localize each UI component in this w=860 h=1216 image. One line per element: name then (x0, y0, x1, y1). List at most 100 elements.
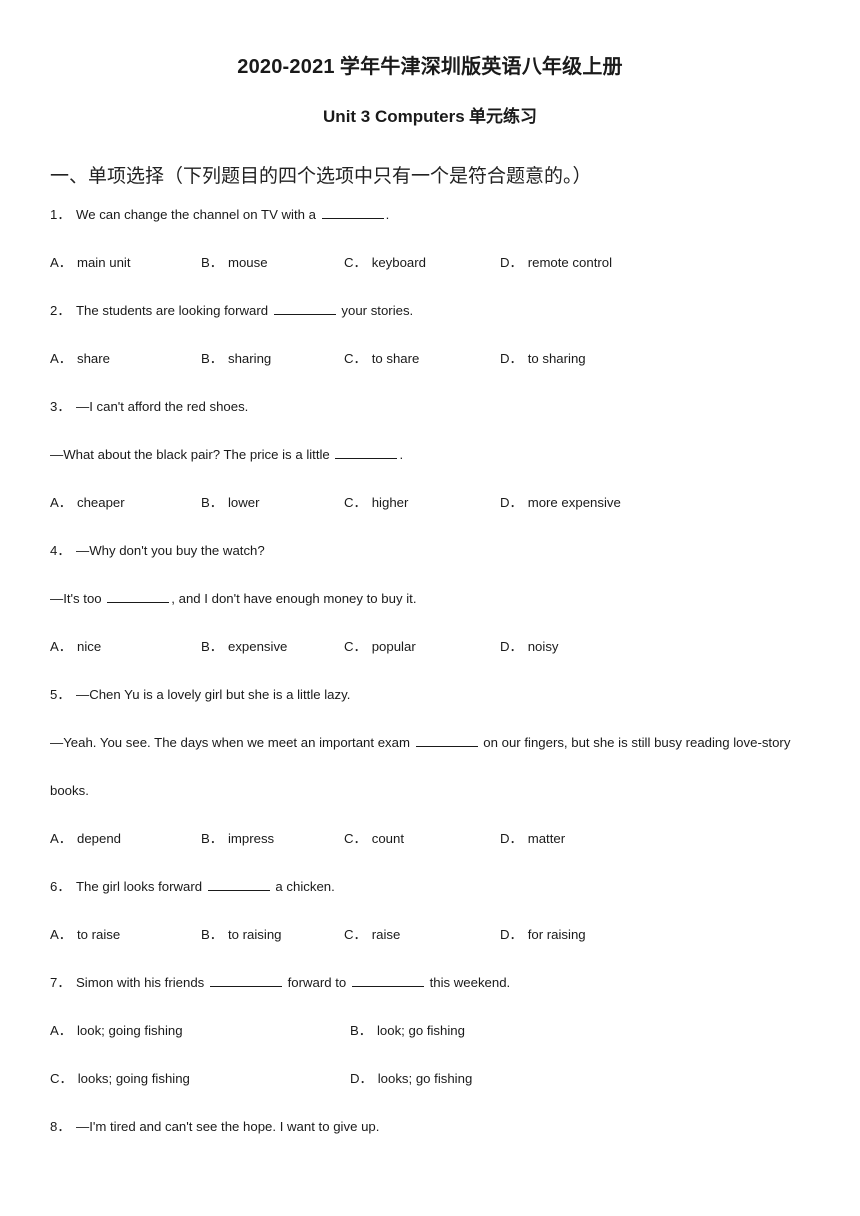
question-number-3: 3． (50, 398, 71, 414)
option-2-d[interactable]: D． to sharing (500, 335, 586, 383)
option-5-a[interactable]: A． depend (50, 815, 121, 863)
option-key: B． (201, 254, 223, 270)
page-subtitle-cn: 单元练习 (468, 107, 537, 126)
option-label: to raising (227, 926, 282, 942)
page-title-year: 2020-2021 (237, 56, 335, 78)
question-stem-4-reply-part1: —It's too (50, 590, 106, 606)
option-key: C． (50, 1070, 73, 1086)
option-label: higher (371, 494, 409, 510)
option-key: A． (50, 638, 72, 654)
option-6-c[interactable]: C． raise (344, 911, 400, 959)
option-2-a[interactable]: A． share (50, 335, 110, 383)
answer-blank[interactable] (415, 735, 478, 747)
option-key: D． (500, 926, 523, 942)
question-stem-2-part2: your stories. (337, 302, 414, 318)
question-number-1: 1． (50, 206, 71, 222)
option-6-b[interactable]: B． to raising (201, 911, 282, 959)
option-4-d[interactable]: D． noisy (500, 623, 559, 671)
option-label: looks; go fishing (377, 1070, 473, 1086)
option-key: D． (500, 350, 523, 366)
options-row-3: A． cheaper B． lower C． higher D． more expens… (50, 479, 810, 527)
question-stem-8-line1: 8． —I'm tired and can't see the hope. I w… (50, 1103, 810, 1151)
question-number-4: 4． (50, 542, 71, 558)
option-3-c[interactable]: C． higher (344, 479, 408, 527)
option-label: noisy (527, 638, 559, 654)
option-label: looks; going fishing (77, 1070, 190, 1086)
option-6-a[interactable]: A． to raise (50, 911, 120, 959)
option-1-a[interactable]: A． main unit (50, 239, 131, 287)
option-1-c[interactable]: C． keyboard (344, 239, 426, 287)
option-label: mouse (227, 254, 268, 270)
option-3-a[interactable]: A． cheaper (50, 479, 125, 527)
question-block-6: 6． The girl looks forward a chicken. A． to… (50, 863, 810, 959)
option-2-c[interactable]: C． to share (344, 335, 419, 383)
question-stem-6-part1: The girl looks forward (76, 878, 206, 894)
question-number-8: 8． (50, 1118, 71, 1134)
option-label: expensive (227, 638, 288, 654)
option-7-a[interactable]: A． look; going fishing (50, 1007, 183, 1055)
question-block-5: 5． —Chen Yu is a lovely girl but she is a… (50, 671, 810, 863)
answer-blank[interactable] (207, 879, 270, 891)
option-key: A． (50, 926, 72, 942)
option-6-d[interactable]: D． for raising (500, 911, 586, 959)
option-7-b[interactable]: B． look; go fishing (350, 1007, 465, 1055)
option-1-d[interactable]: D． remote control (500, 239, 612, 287)
document-page: 2020-2021 学年牛津深圳版英语八年级上册 Unit 3 Computer… (0, 0, 860, 1216)
answer-blank[interactable] (273, 303, 336, 315)
option-4-c[interactable]: C． popular (344, 623, 416, 671)
answer-blank[interactable] (335, 447, 398, 459)
option-label: to sharing (527, 350, 586, 366)
question-stem-3-line1: 3． —I can't afford the red shoes. (50, 383, 810, 431)
option-label: more expensive (527, 494, 621, 510)
option-2-b[interactable]: B． sharing (201, 335, 271, 383)
question-stem-7-part3: this weekend. (425, 974, 511, 990)
option-key: A． (50, 830, 72, 846)
question-stem-2: 2． The students are looking forward your … (50, 287, 810, 335)
option-4-a[interactable]: A． nice (50, 623, 101, 671)
question-stem-2-part1: The students are looking forward (76, 302, 272, 318)
option-label: cheaper (76, 494, 125, 510)
option-label: remote control (527, 254, 613, 270)
question-stem-7-part2: forward to (283, 974, 350, 990)
question-stem-5-reply-part1: —Yeah. You see. The days when we meet an… (50, 734, 414, 750)
question-stem-7-part1: Simon with his friends (76, 974, 208, 990)
option-3-b[interactable]: B． lower (201, 479, 260, 527)
option-label: depend (76, 830, 121, 846)
options-row-5: A． depend B． impress C． count D． matter (50, 815, 810, 863)
option-key: A． (50, 254, 72, 270)
option-7-d[interactable]: D． looks; go fishing (350, 1055, 472, 1103)
option-key: A． (50, 350, 72, 366)
option-key: B． (201, 350, 223, 366)
option-label: sharing (227, 350, 272, 366)
answer-blank[interactable] (321, 207, 384, 219)
question-stem-5-line1: 5． —Chen Yu is a lovely girl but she is a… (50, 671, 810, 719)
answer-blank[interactable] (209, 975, 282, 987)
option-1-b[interactable]: B． mouse (201, 239, 268, 287)
question-stem-4-line2: —It's too , and I don't have enough mone… (50, 575, 810, 623)
question-number-7: 7． (50, 974, 71, 990)
option-4-b[interactable]: B． expensive (201, 623, 287, 671)
option-label: count (371, 830, 404, 846)
options-row-7-top: A． look; going fishing B． look; go fishing (50, 1007, 810, 1055)
option-5-b[interactable]: B． impress (201, 815, 274, 863)
option-key: D． (500, 638, 523, 654)
option-key: B． (201, 830, 223, 846)
option-7-c[interactable]: C． looks; going fishing (50, 1055, 190, 1103)
question-stem-1-part1: We can change the channel on TV with a (76, 206, 320, 222)
answer-blank[interactable] (351, 975, 424, 987)
option-label: keyboard (371, 254, 426, 270)
option-5-d[interactable]: D． matter (500, 815, 565, 863)
question-stem-3-line2: —What about the black pair? The price is… (50, 431, 810, 479)
question-stem-6: 6． The girl looks forward a chicken. (50, 863, 810, 911)
options-row-4: A． nice B． expensive C． popular D． noisy (50, 623, 810, 671)
option-5-c[interactable]: C． count (344, 815, 404, 863)
question-stem-1: 1． We can change the channel on TV with a… (50, 191, 810, 239)
option-3-d[interactable]: D． more expensive (500, 479, 621, 527)
question-stem-4-text: —Why don't you buy the watch? (76, 542, 265, 558)
answer-blank[interactable] (107, 591, 170, 603)
page-subtitle: Unit 3 Computers 单元练习 (50, 80, 810, 128)
option-key: D． (500, 494, 523, 510)
option-key: C． (344, 926, 367, 942)
option-key: C． (344, 830, 367, 846)
option-label: look; go fishing (376, 1022, 465, 1038)
